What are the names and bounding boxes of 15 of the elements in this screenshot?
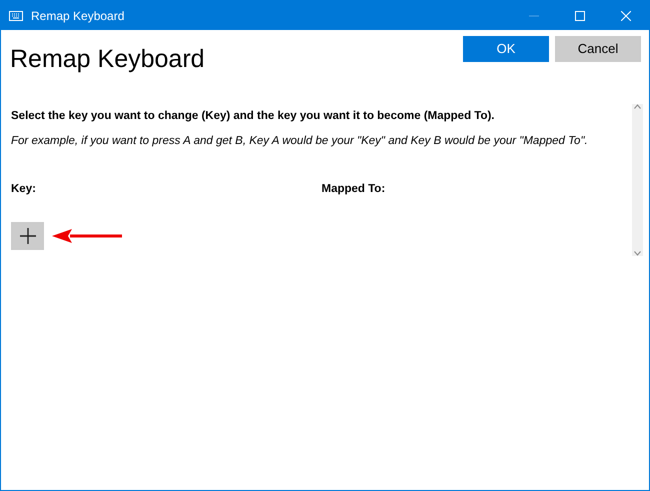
column-header: Mapped To: bbox=[322, 182, 386, 196]
example-text: For example, if you want to press A and get B, Key A would be your "Key" and Key B would be your "Mapped To". bbox=[11, 134, 589, 150]
add-button[interactable] bbox=[11, 222, 44, 250]
arrow-annotation bbox=[52, 228, 124, 244]
scrollbar[interactable] bbox=[632, 104, 643, 256]
ok-button[interactable]: OK bbox=[463, 36, 549, 62]
column-header: Key: bbox=[11, 182, 37, 196]
scroll-up-icon[interactable] bbox=[634, 104, 641, 109]
keyboard-icon bbox=[9, 10, 23, 20]
page-heading: Remap Keyboard bbox=[10, 44, 206, 74]
cancel-button[interactable]: Cancel bbox=[555, 36, 641, 62]
instructions-text: Select the key you want to change (Key) and the key you want it to become (Mapped To). bbox=[11, 109, 496, 124]
window-title: Remap Keyboard bbox=[31, 8, 126, 24]
scroll-down-icon[interactable] bbox=[634, 251, 641, 256]
plus-icon bbox=[18, 226, 36, 245]
